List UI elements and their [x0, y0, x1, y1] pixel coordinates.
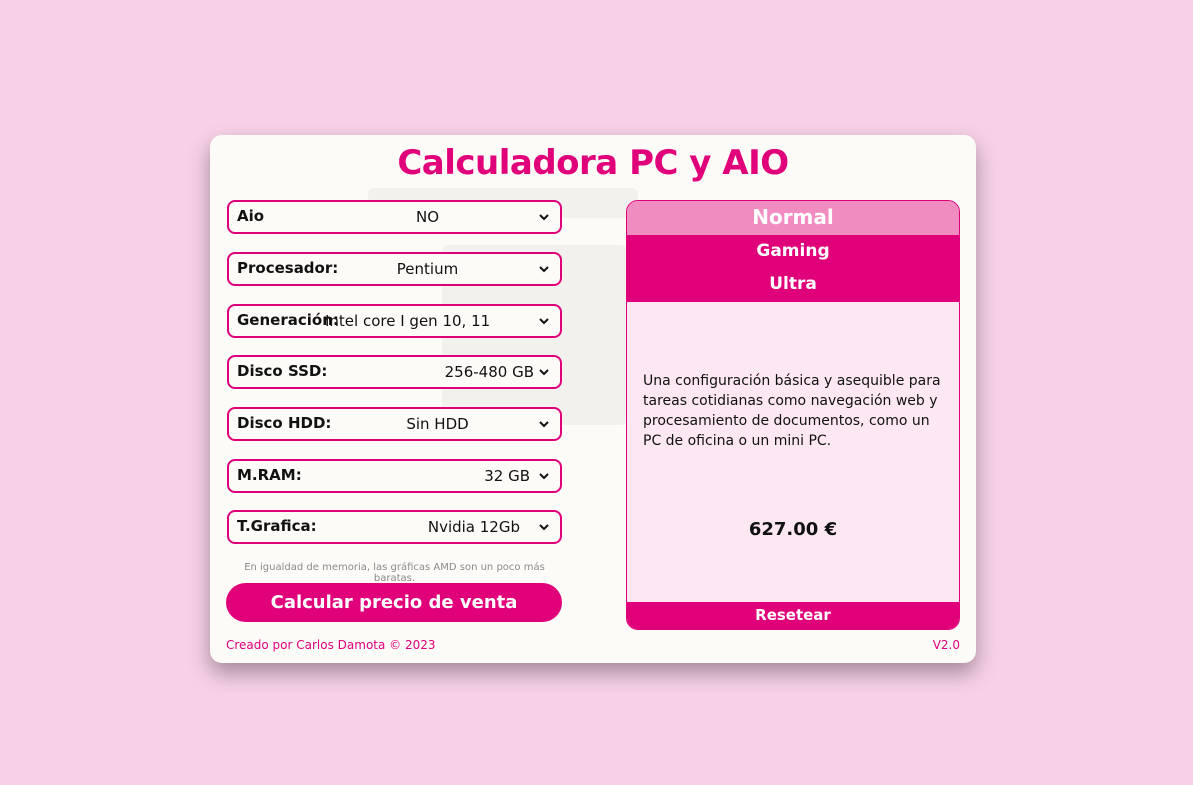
chevron-down-icon	[539, 266, 549, 273]
version-text: V2.0	[932, 638, 960, 652]
ram-label: M.RAM:	[237, 466, 302, 484]
chevron-down-icon	[539, 524, 549, 531]
calculate-button[interactable]: Calcular precio de venta	[226, 583, 562, 622]
chevron-down-icon	[539, 214, 549, 221]
aio-select[interactable]: Aio NO	[227, 200, 562, 234]
hdd-value: Sin HDD	[406, 415, 469, 433]
graphics-label: T.Grafica:	[237, 517, 317, 535]
reset-button[interactable]: Resetear	[627, 602, 959, 629]
generation-value: Intel core I gen 10, 11	[325, 312, 491, 330]
graphics-select[interactable]: T.Grafica: Nvidia 12Gb	[227, 510, 562, 544]
generation-select[interactable]: Generación: Intel core I gen 10, 11	[227, 304, 562, 338]
configuration-description: Una configuración básica y asequible par…	[643, 373, 941, 449]
price-value: 627.00 €	[748, 519, 838, 540]
ssd-select[interactable]: Disco SSD: 256-480 GB	[227, 355, 562, 389]
chevron-down-icon	[539, 421, 549, 428]
chevron-down-icon	[539, 473, 549, 480]
processor-value: Pentium	[396, 260, 459, 278]
processor-select[interactable]: Procesador: Pentium	[227, 252, 562, 286]
aio-label: Aio	[237, 207, 265, 225]
ssd-value: 256-480 GB	[444, 363, 534, 381]
hdd-label: Disco HDD:	[237, 414, 332, 432]
page-title: Calculadora PC y AIO	[397, 143, 789, 183]
chevron-down-icon	[539, 318, 549, 325]
ssd-label: Disco SSD:	[237, 362, 328, 380]
credit-text: Creado por Carlos Damota © 2023	[226, 638, 436, 652]
aio-value: NO	[415, 208, 440, 226]
calculator-card: Calculadora PC y AIO Aio NO Procesador: …	[210, 135, 976, 663]
ram-value: 32 GB	[484, 467, 530, 485]
chevron-down-icon	[539, 369, 549, 376]
hdd-select[interactable]: Disco HDD: Sin HDD	[227, 407, 562, 441]
graphics-value: Nvidia 12Gb	[427, 518, 520, 536]
generation-label: Generación:	[237, 311, 339, 329]
result-panel: Normal Gaming Ultra Una configuración bá…	[626, 200, 960, 630]
tab-normal[interactable]: Normal	[627, 201, 959, 235]
tab-ultra[interactable]: Ultra	[627, 268, 959, 302]
ram-select[interactable]: M.RAM: 32 GB	[227, 459, 562, 493]
graphics-hint: En igualdad de memoria, las gráficas AMD…	[244, 562, 545, 584]
tab-gaming[interactable]: Gaming	[627, 235, 959, 268]
